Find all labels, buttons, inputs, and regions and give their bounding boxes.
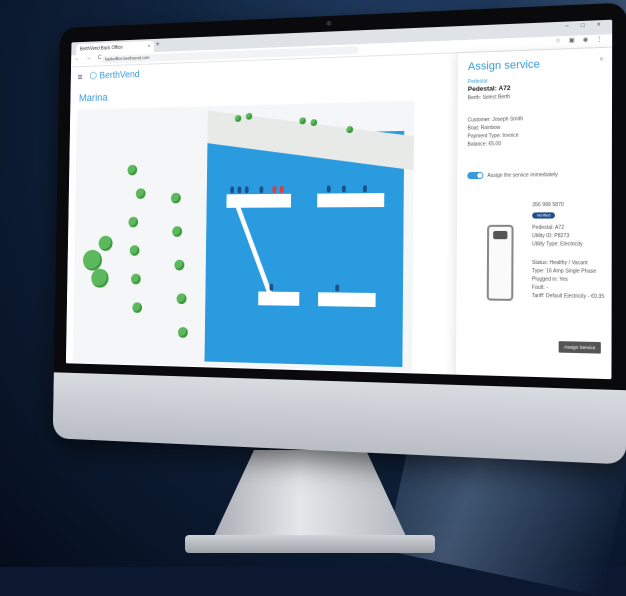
boat[interactable] <box>238 186 242 193</box>
section-label: Pedestal <box>468 78 488 85</box>
window-controls[interactable]: – □ × <box>565 22 606 30</box>
extension-icons[interactable]: ☆ ▣ ◉ ⋮ <box>555 35 606 44</box>
hamburger-icon[interactable]: ≡ <box>78 73 83 83</box>
berth-select[interactable]: Berth: Select Berth <box>468 94 510 101</box>
status-field: Status: Healthy / Vacant <box>532 260 588 267</box>
app: ≡ ⬡ BerthVend Marina Assign service × Pe… <box>66 48 612 380</box>
assign-service-panel: Assign service × Pedestal Pedestal: A72 … <box>455 48 612 380</box>
monitor-foot <box>185 535 435 553</box>
pier[interactable] <box>318 292 376 307</box>
type-field: Type: 16 Amp Single Phase <box>532 268 596 275</box>
tree <box>99 236 113 251</box>
water-area <box>205 131 405 367</box>
assign-immediately-toggle[interactable] <box>467 172 483 179</box>
pier[interactable] <box>258 292 299 306</box>
camera-icon <box>327 21 332 26</box>
screen: BerthVend Back Office × + – □ × ← → C ba… <box>66 20 612 380</box>
plugged-in-field: Plugged in: Yes <box>532 276 568 283</box>
tree <box>132 302 142 313</box>
tree <box>127 165 137 176</box>
boat-field: Boat: Rainbow <box>468 125 501 132</box>
fault-field: Fault: - <box>532 285 548 291</box>
tree <box>172 226 182 237</box>
tree <box>130 245 140 255</box>
pedestal-illustration <box>487 225 514 301</box>
tree <box>131 274 141 285</box>
balance-field: Balance: €5.00 <box>467 141 501 148</box>
status-badge: Verified <box>532 212 555 218</box>
panel-title: Assign service <box>468 58 540 73</box>
tree <box>128 217 138 227</box>
boat[interactable] <box>260 186 264 193</box>
assign-service-button[interactable]: Assign Service <box>559 341 601 353</box>
boat[interactable] <box>269 284 273 291</box>
phone-field: 356 999 5870 <box>532 202 564 208</box>
tab-title: BerthVend Back Office <box>80 45 123 52</box>
marina-map[interactable] <box>73 101 415 373</box>
tree <box>83 250 102 271</box>
tree <box>136 188 146 198</box>
boat[interactable] <box>245 186 249 193</box>
tree <box>177 293 187 304</box>
monitor: BerthVend Back Office × + – □ × ← → C ba… <box>0 0 626 567</box>
new-tab-button[interactable]: + <box>156 40 160 49</box>
monitor-chin <box>53 372 626 464</box>
boat[interactable] <box>342 185 346 192</box>
tree <box>91 269 109 288</box>
page-title: Marina <box>79 92 108 104</box>
utility-id-field: Utility ID: P8273 <box>532 233 569 239</box>
tab-close-icon[interactable]: × <box>148 41 151 52</box>
tree <box>171 193 181 204</box>
pedestal-select[interactable]: Pedestal: A72 <box>468 85 511 93</box>
boat[interactable] <box>230 187 234 194</box>
tree <box>174 260 184 271</box>
monitor-stand <box>210 450 410 545</box>
logo: ⬡ BerthVend <box>89 70 139 82</box>
close-icon[interactable]: × <box>599 56 603 63</box>
utility-type-field: Utility Type: Electricity <box>532 241 583 247</box>
tree <box>178 327 188 338</box>
toggle-label: Assign the service immediately <box>487 172 557 179</box>
nav-buttons[interactable]: ← → C <box>74 55 104 62</box>
pier[interactable] <box>317 193 384 207</box>
boat[interactable] <box>335 285 339 292</box>
customer-field[interactable]: Customer: Joseph Smith <box>468 116 524 123</box>
monitor-bezel: BerthVend Back Office × + – □ × ← → C ba… <box>53 2 626 464</box>
boat[interactable] <box>272 186 276 193</box>
boat[interactable] <box>363 185 367 192</box>
pedestal-id-field: Pedestal: A72 <box>532 225 564 231</box>
payment-type-field: Payment Type: Invoice <box>467 133 518 140</box>
tariff-field: Tariff: Default Electricity - €0.35 <box>532 293 604 300</box>
boat[interactable] <box>327 186 331 193</box>
boat[interactable] <box>280 186 284 193</box>
